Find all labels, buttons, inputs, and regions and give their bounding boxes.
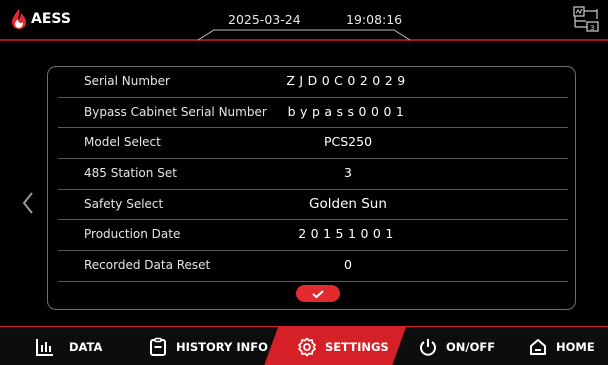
top-bar: AESS 2025-03-24 19:08:16 3 [0,0,608,42]
setting-value[interactable]: bypass0001 [283,104,413,119]
nav-label: HISTORY INFO [176,339,268,354]
setting-label: Production Date [84,227,181,242]
setting-value[interactable]: ZJD0C02029 [283,73,413,88]
nav-label: HOME [556,339,595,354]
settings-list: Serial Number ZJD0C02029 Bypass Cabinet … [58,67,568,282]
header-decoration [0,29,608,42]
nav-label: SETTINGS [325,339,389,354]
nav-home[interactable]: HOME [528,327,595,365]
bottom-nav: DATA HISTORY INFO SETTINGS ON/OFF HOME [0,326,608,365]
setting-value[interactable]: 3 [283,165,413,180]
brand-logo: AESS [10,8,71,30]
setting-value[interactable]: Golden Sun [283,196,413,212]
setting-row-485-station[interactable]: 485 Station Set 3 [58,159,568,190]
setting-row-serial-number[interactable]: Serial Number ZJD0C02029 [58,67,568,98]
check-icon [312,289,324,298]
setting-label: Serial Number [84,74,170,88]
setting-row-bypass-serial[interactable]: Bypass Cabinet Serial Number bypass0001 [58,98,568,129]
svg-text:3: 3 [590,24,594,32]
setting-row-production-date[interactable]: Production Date 20151001 [58,220,568,252]
brand-name: AESS [31,11,71,27]
header-date: 2025-03-24 [228,12,301,27]
topology-diagram-icon[interactable]: 3 [572,5,600,33]
nav-history-info[interactable]: HISTORY INFO [148,327,268,365]
setting-label: 485 Station Set [84,166,177,181]
flame-logo-icon [12,9,26,29]
setting-label: Bypass Cabinet Serial Number [84,104,267,119]
clipboard-icon [150,337,166,356]
setting-label: Recorded Data Reset [84,258,211,273]
setting-row-model-select[interactable]: Model Select PCS250 [58,128,568,160]
gear-icon [298,337,316,356]
setting-label: Model Select [84,135,161,150]
setting-row-safety-select[interactable]: Safety Select Golden Sun [58,190,568,221]
setting-value[interactable]: 0 [283,257,413,272]
nav-label: ON/OFF [446,339,496,354]
nav-data[interactable]: DATA [35,327,102,365]
setting-value[interactable]: PCS250 [283,134,413,149]
setting-label: Safety Select [84,196,164,211]
nav-label: DATA [69,339,103,354]
confirm-button[interactable] [296,285,340,302]
bar-chart-icon [36,338,53,356]
nav-settings[interactable]: SETTINGS [297,327,389,365]
power-icon [420,338,436,356]
chevron-left-icon[interactable] [20,190,36,216]
nav-on-off[interactable]: ON/OFF [418,327,495,365]
setting-value[interactable]: 20151001 [283,226,413,241]
home-icon [530,338,546,355]
setting-row-recorded-data-reset[interactable]: Recorded Data Reset 0 [58,251,568,282]
header-time: 19:08:16 [346,12,403,27]
